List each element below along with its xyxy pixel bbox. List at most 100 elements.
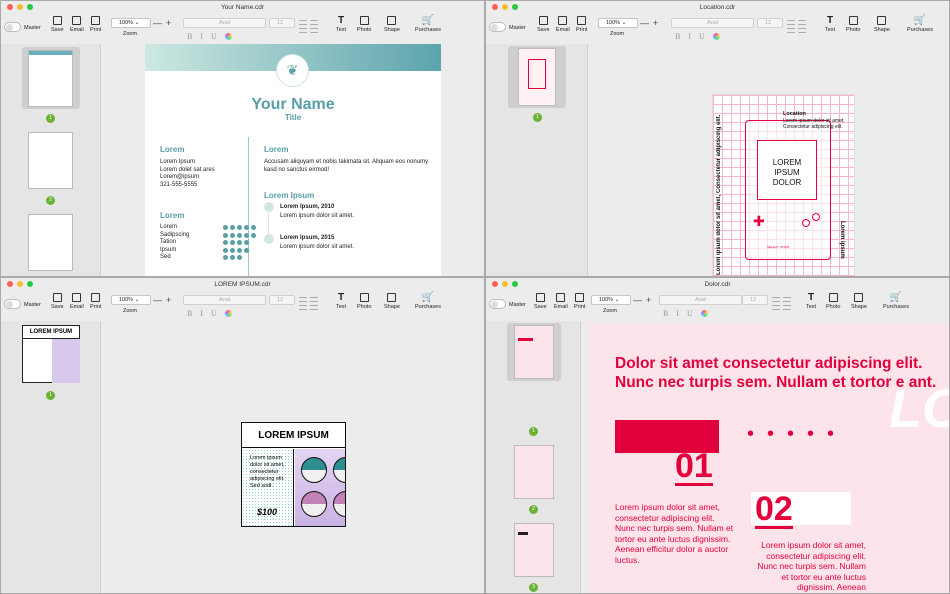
zoom-in-button[interactable]: +	[166, 295, 171, 305]
email-button[interactable]: Email	[70, 16, 84, 33]
text-tool-button[interactable]: T Text	[336, 293, 346, 311]
alignment-buttons[interactable]	[299, 20, 318, 33]
photo-tool-button[interactable]: Photo	[357, 293, 371, 310]
purchases-button[interactable]: 🛒 Purchases	[907, 16, 933, 34]
close-button[interactable]	[492, 4, 498, 10]
page-thumb[interactable]	[514, 445, 554, 499]
text-tool-button[interactable]: T Text	[825, 16, 835, 34]
email-button[interactable]: Email	[554, 293, 568, 310]
save-button[interactable]: Save	[537, 16, 550, 33]
zoom-select[interactable]: 100% ⌄	[591, 295, 631, 305]
shape-tool-button[interactable]: Shape	[384, 16, 400, 33]
page-thumb[interactable]	[514, 325, 554, 379]
page-thumb[interactable]	[518, 48, 556, 106]
save-button[interactable]: Save	[51, 16, 64, 33]
shape-tool-button[interactable]: Shape	[384, 293, 400, 310]
print-button[interactable]: Print	[90, 293, 101, 310]
close-button[interactable]	[7, 4, 13, 10]
minimize-button[interactable]	[17, 4, 23, 10]
zoom-select[interactable]: 100% ⌄	[111, 295, 151, 305]
zoom-window-button[interactable]	[27, 4, 33, 10]
underline-button[interactable]: U	[211, 32, 217, 41]
photo-tool-button[interactable]: Photo	[846, 16, 860, 33]
zoom-out-button[interactable]: —	[633, 295, 642, 305]
page-thumb[interactable]	[28, 50, 73, 107]
close-button[interactable]	[492, 281, 498, 287]
title-bar[interactable]: Location.cdr	[486, 1, 949, 14]
shape-tool-button[interactable]: Shape	[851, 293, 867, 310]
location-page[interactable]: LOREM IPSUM DOLOR Location Lorem ipsum d…	[712, 94, 855, 276]
zoom-in-button[interactable]: +	[166, 18, 171, 28]
page-thumb[interactable]	[28, 132, 73, 189]
print-button[interactable]: Print	[90, 16, 101, 33]
zoom-in-button[interactable]: +	[646, 295, 651, 305]
text-tool-button[interactable]: T Text	[806, 293, 816, 311]
italic-button[interactable]: I	[676, 309, 679, 318]
zoom-in-button[interactable]: +	[653, 18, 658, 28]
zoom-select[interactable]: 100% ⌄	[111, 18, 151, 28]
zoom-out-button[interactable]: —	[153, 18, 162, 28]
master-toggle[interactable]	[489, 299, 506, 309]
alignment-buttons[interactable]	[787, 20, 806, 33]
color-wheel-icon[interactable]	[224, 33, 232, 40]
email-button[interactable]: Email	[556, 16, 570, 33]
minimize-button[interactable]	[502, 281, 508, 287]
master-toggle[interactable]	[4, 22, 21, 32]
underline-button[interactable]: U	[687, 309, 693, 318]
title-bar[interactable]: LOREM IPSUM.cdr	[1, 278, 484, 291]
color-wheel-icon[interactable]	[712, 33, 720, 40]
save-button[interactable]: Save	[51, 293, 64, 310]
title-bar[interactable]: Dolor.cdr	[486, 278, 949, 291]
master-toggle[interactable]	[4, 299, 21, 309]
font-size-select[interactable]: 12	[757, 18, 783, 28]
shape-tool-button[interactable]: Shape	[874, 16, 890, 33]
zoom-out-button[interactable]: —	[153, 295, 162, 305]
font-select[interactable]: Arial	[671, 18, 754, 28]
bold-button[interactable]: B	[187, 32, 192, 41]
font-size-select[interactable]: 12	[269, 295, 295, 305]
font-select[interactable]: Arial	[183, 295, 266, 305]
purchases-button[interactable]: 🛒 Purchases	[415, 16, 441, 34]
bold-button[interactable]: B	[187, 309, 192, 318]
font-size-select[interactable]: 12	[742, 295, 768, 305]
master-toggle[interactable]	[489, 22, 506, 32]
font-select[interactable]: Arial	[659, 295, 742, 305]
flyer-page[interactable]: LOREM IPSUM Lorem ipsum dolor sit amet, …	[241, 422, 346, 527]
close-button[interactable]	[7, 281, 13, 287]
zoom-select[interactable]: 100% ⌄	[598, 18, 638, 28]
print-button[interactable]: Print	[576, 16, 587, 33]
email-button[interactable]: Email	[70, 293, 84, 310]
zoom-out-button[interactable]: —	[640, 18, 649, 28]
font-size-select[interactable]: 12	[269, 18, 295, 28]
page-thumb[interactable]: LOREM IPSUM	[22, 325, 80, 383]
photo-tool-button[interactable]: Photo	[826, 293, 840, 310]
zoom-window-button[interactable]	[512, 281, 518, 287]
italic-button[interactable]: I	[200, 309, 203, 318]
text-tool-button[interactable]: T Text	[336, 16, 346, 34]
zoom-window-button[interactable]	[27, 281, 33, 287]
page-thumb[interactable]	[28, 214, 73, 271]
italic-button[interactable]: I	[688, 32, 691, 41]
underline-button[interactable]: U	[699, 32, 705, 41]
purchases-button[interactable]: 🛒 Purchases	[415, 293, 441, 311]
photo-tool-button[interactable]: Photo	[357, 16, 371, 33]
alignment-buttons[interactable]	[772, 297, 791, 310]
dolor-page[interactable]: Dolor sit amet consectetur adipiscing el…	[589, 324, 949, 593]
zoom-window-button[interactable]	[512, 4, 518, 10]
italic-button[interactable]: I	[200, 32, 203, 41]
color-wheel-icon[interactable]	[224, 310, 232, 317]
save-button[interactable]: Save	[534, 293, 547, 310]
alignment-buttons[interactable]	[299, 297, 318, 310]
minimize-button[interactable]	[502, 4, 508, 10]
color-wheel-icon[interactable]	[700, 310, 708, 317]
purchases-button[interactable]: 🛒 Purchases	[883, 293, 909, 311]
resume-page[interactable]: ❦ Your Name Title Lorem Lorem Ipsum Lorem…	[145, 44, 441, 276]
print-button[interactable]: Print	[574, 293, 585, 310]
page-thumb[interactable]	[514, 523, 554, 577]
bold-button[interactable]: B	[675, 32, 680, 41]
minimize-button[interactable]	[17, 281, 23, 287]
bold-button[interactable]: B	[663, 309, 668, 318]
title-bar[interactable]: Your Name.cdr	[1, 1, 484, 14]
font-select[interactable]: Arial	[183, 18, 266, 28]
underline-button[interactable]: U	[211, 309, 217, 318]
